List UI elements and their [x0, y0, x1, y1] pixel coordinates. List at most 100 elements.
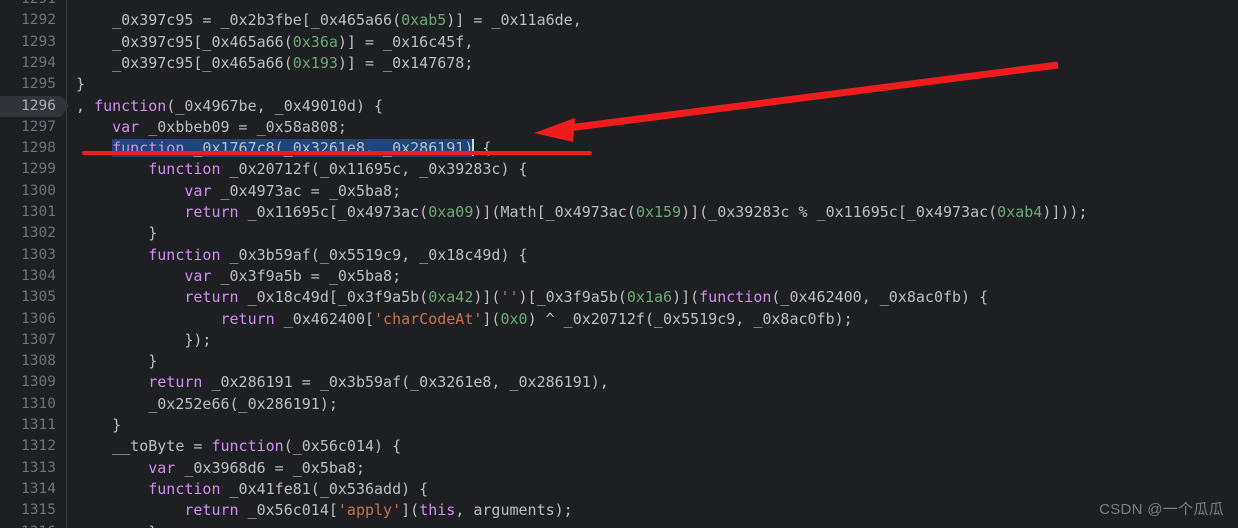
- line-number[interactable]: 1312: [0, 436, 56, 457]
- code-line[interactable]: 1303 function _0x3b59af(_0x5519c9, _0x18…: [0, 245, 1238, 266]
- code-line-content[interactable]: var _0x3968d6 = _0x5ba8;: [76, 458, 365, 479]
- code-line[interactable]: 1308 }: [0, 351, 1238, 372]
- code-token: )[_0x3f9a5b(: [518, 288, 627, 307]
- line-number[interactable]: 1311: [0, 415, 56, 436]
- line-number[interactable]: 1295: [0, 74, 56, 95]
- code-token: function: [148, 160, 221, 179]
- code-line-content[interactable]: , function(_0x4967be, _0x49010d) {: [76, 96, 383, 117]
- code-line[interactable]: 1293 _0x397c95[_0x465a66(0x36a)] = _0x16…: [0, 32, 1238, 53]
- code-line[interactable]: 1301 return _0x11695c[_0x4973ac(0xa09)](…: [0, 202, 1238, 223]
- code-line-content[interactable]: return _0x18c49d[_0x3f9a5b(0xa42)]('')[_…: [76, 287, 988, 308]
- code-token: var: [148, 458, 176, 477]
- code-line[interactable]: 1306 return _0x462400['charCodeAt'](0x0)…: [0, 309, 1238, 330]
- code-line-content[interactable]: [76, 0, 148, 10]
- code-line-content[interactable]: }: [76, 522, 157, 528]
- line-number[interactable]: 1293: [0, 32, 56, 53]
- code-line[interactable]: 1316 }: [0, 522, 1238, 528]
- code-line-content[interactable]: }: [76, 415, 121, 436]
- code-token: _0x4973ac = _0x5ba8;: [211, 181, 402, 200]
- line-number[interactable]: 1291: [0, 0, 56, 10]
- code-line[interactable]: 1302 }: [0, 223, 1238, 244]
- code-line[interactable]: 1314 function _0x41fe81(_0x536add) {: [0, 479, 1238, 500]
- line-number[interactable]: 1306: [0, 309, 56, 330]
- code-line-content[interactable]: function _0x20712f(_0x11695c, _0x39283c)…: [76, 159, 527, 180]
- code-token: )](_0x39283c % _0x11695c[_0x4973ac(: [681, 203, 998, 221]
- line-number[interactable]: 1298: [0, 138, 56, 159]
- line-number[interactable]: 1302: [0, 223, 56, 244]
- code-token: _0x3f9a5b = _0x5ba8;: [211, 266, 402, 285]
- code-line-content[interactable]: });: [76, 330, 211, 351]
- code-line[interactable]: 1304 var _0x3f9a5b = _0x5ba8;: [0, 266, 1238, 287]
- code-line[interactable]: 1292 _0x397c95 = _0x2b3fbe[_0x465a66(0xa…: [0, 10, 1238, 31]
- code-token: (_0x462400, _0x8ac0fb) {: [771, 288, 989, 307]
- line-number[interactable]: 1309: [0, 372, 56, 393]
- code-line[interactable]: 1294 _0x397c95[_0x465a66(0x193)] = _0x14…: [0, 53, 1238, 74]
- code-line[interactable]: 1312 __toByte = function(_0x56c014) {: [0, 436, 1238, 457]
- code-token: this: [419, 501, 456, 520]
- code-line-content[interactable]: return _0x11695c[_0x4973ac(0xa09)](Math[…: [76, 202, 1087, 223]
- code-line[interactable]: 1299 function _0x20712f(_0x11695c, _0x39…: [0, 159, 1238, 180]
- code-line[interactable]: 1297 var _0xbbeb09 = _0x58a808;: [0, 117, 1238, 138]
- code-token: function: [699, 288, 772, 307]
- line-number[interactable]: 1292: [0, 10, 56, 31]
- code-line-content[interactable]: function _0x41fe81(_0x536add) {: [76, 479, 428, 500]
- code-line-content[interactable]: _0x397c95[_0x465a66(0x193)] = _0x147678;: [76, 53, 473, 74]
- line-number[interactable]: 1315: [0, 500, 56, 521]
- code-line[interactable]: 1307 });: [0, 330, 1238, 351]
- line-number[interactable]: 1313: [0, 458, 56, 479]
- line-number[interactable]: 1316: [0, 522, 56, 528]
- code-line[interactable]: 1313 var _0x3968d6 = _0x5ba8;: [0, 458, 1238, 479]
- line-number[interactable]: 1308: [0, 351, 56, 372]
- code-token: _0x397c95 = _0x2b3fbe[_0x465a66(: [76, 11, 402, 30]
- code-line[interactable]: 1298 function _0x1767c8(_0x3261e8, _0x28…: [0, 138, 1238, 159]
- code-line-content[interactable]: return _0x286191 = _0x3b59af(_0x3261e8, …: [76, 372, 609, 393]
- code-line-content[interactable]: _0x252e66(_0x286191);: [76, 394, 338, 415]
- code-line[interactable]: 1310 _0x252e66(_0x286191);: [0, 394, 1238, 415]
- code-line-content[interactable]: }: [76, 351, 157, 372]
- code-token: _0x3b59af(_0x5519c9, _0x18c49d) {: [220, 245, 528, 264]
- code-line-content[interactable]: function _0x3b59af(_0x5519c9, _0x18c49d)…: [76, 245, 528, 266]
- line-number[interactable]: 1300: [0, 181, 56, 202]
- line-number[interactable]: 1305: [0, 287, 56, 308]
- code-line-content[interactable]: _0x397c95 = _0x2b3fbe[_0x465a66(0xab5)] …: [76, 10, 582, 31]
- code-line[interactable]: 1309 return _0x286191 = _0x3b59af(_0x326…: [0, 372, 1238, 393]
- line-number[interactable]: 1314: [0, 479, 56, 500]
- code-line[interactable]: 1315 return _0x56c014['apply'](this, arg…: [0, 500, 1238, 521]
- code-line-content[interactable]: function _0x1767c8(_0x3261e8, _0x286191)…: [76, 138, 491, 159]
- code-line[interactable]: 1300 var _0x4973ac = _0x5ba8;: [0, 181, 1238, 202]
- code-line[interactable]: 1305 return _0x18c49d[_0x3f9a5b(0xa42)](…: [0, 287, 1238, 308]
- code-line-content[interactable]: var _0xbbeb09 = _0x58a808;: [76, 117, 347, 138]
- code-line-content[interactable]: var _0x3f9a5b = _0x5ba8;: [76, 266, 401, 287]
- line-number[interactable]: 1299: [0, 159, 56, 180]
- line-number[interactable]: 1297: [0, 117, 56, 138]
- line-number[interactable]: 1294: [0, 53, 56, 74]
- line-number[interactable]: 1296: [0, 96, 56, 117]
- code-token: _0x397c95[_0x465a66(: [76, 53, 293, 72]
- line-number[interactable]: 1307: [0, 330, 56, 351]
- code-line[interactable]: 1296 , function(_0x4967be, _0x49010d) {: [0, 95, 1238, 117]
- code-line-content[interactable]: var _0x4973ac = _0x5ba8;: [76, 181, 401, 202]
- code-line-content[interactable]: return _0x462400['charCodeAt'](0x0) ^ _0…: [76, 309, 853, 330]
- code-line-content[interactable]: _0x397c95[_0x465a66(0x36a)] = _0x16c45f,: [76, 32, 473, 53]
- code-token: ](: [482, 309, 501, 328]
- code-text-area[interactable]: 1291 1292 _0x397c95 = _0x2b3fbe[_0x465a6…: [0, 0, 1238, 528]
- code-token: 0x1a6: [626, 288, 673, 307]
- code-token: function: [148, 479, 221, 498]
- line-number[interactable]: 1303: [0, 245, 56, 266]
- code-line-content[interactable]: }: [76, 74, 85, 95]
- code-line[interactable]: 1311 }: [0, 415, 1238, 436]
- code-token: __toByte =: [76, 437, 212, 456]
- line-number[interactable]: 1310: [0, 394, 56, 415]
- line-number[interactable]: 1301: [0, 202, 56, 223]
- code-line-content[interactable]: __toByte = function(_0x56c014) {: [76, 436, 401, 457]
- code-line-content[interactable]: return _0x56c014['apply'](this, argument…: [76, 500, 572, 521]
- code-token: return: [184, 288, 239, 307]
- code-line-content[interactable]: }: [76, 223, 157, 244]
- code-token: 0xa09: [428, 203, 474, 221]
- code-line[interactable]: 1295}: [0, 74, 1238, 95]
- line-number[interactable]: 1304: [0, 266, 56, 287]
- code-line[interactable]: 1291: [0, 0, 1238, 10]
